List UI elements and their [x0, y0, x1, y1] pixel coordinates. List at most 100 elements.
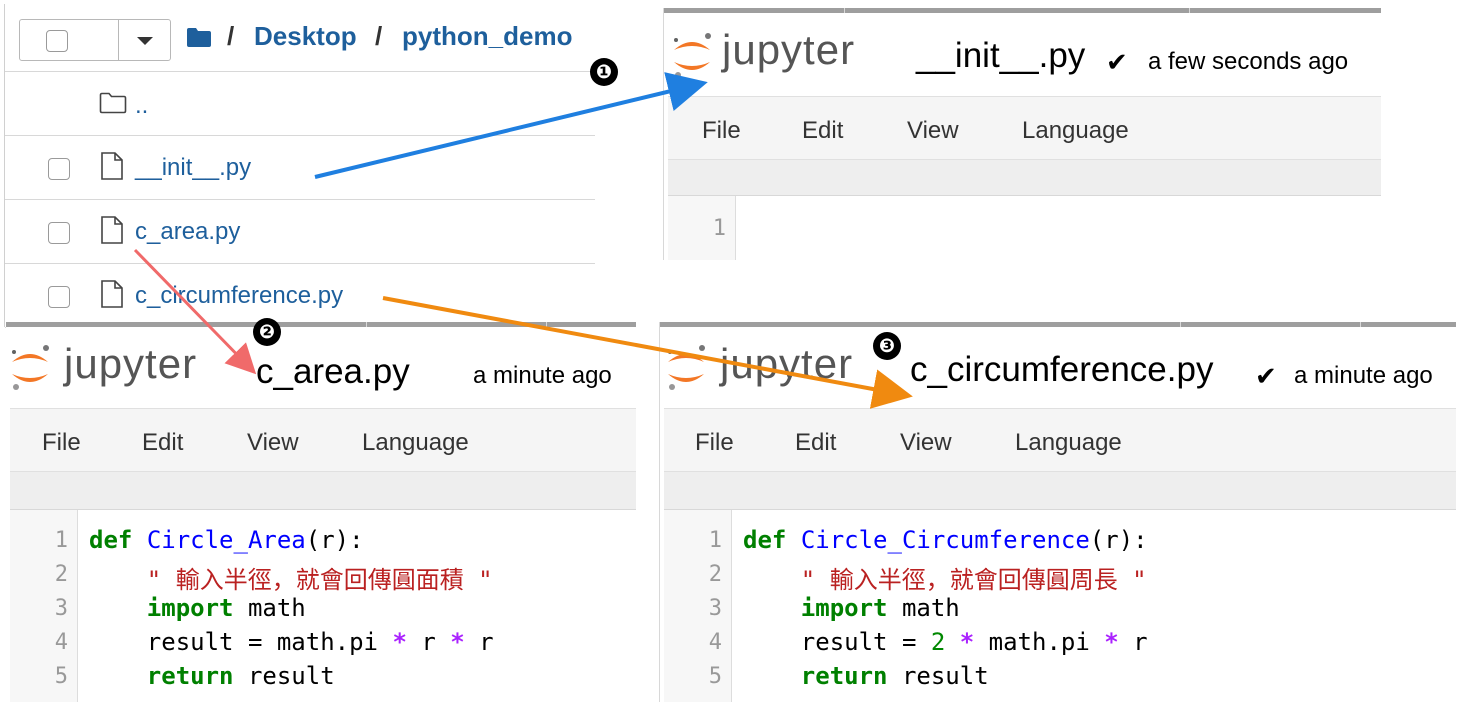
- code-docstring: " 輸入半徑，就會回傳圓面積 ": [146, 566, 493, 594]
- line-number: 1: [708, 528, 722, 553]
- code-text: result = math.pi: [146, 628, 378, 656]
- list-item-parent[interactable]: ..: [5, 72, 595, 136]
- breadcrumb-separator: /: [227, 21, 235, 51]
- menu-bar: File Edit View Language: [664, 408, 1456, 472]
- file-browser: / Desktop / python_demo .. __init__.py c…: [4, 4, 595, 328]
- code-text: (r):: [1089, 526, 1148, 554]
- menu-view[interactable]: View: [907, 117, 959, 145]
- file-icon: [101, 280, 123, 308]
- menu-file[interactable]: File: [695, 429, 734, 457]
- row-checkbox[interactable]: [48, 158, 70, 180]
- code-line: result = 2 * math.pi * r: [743, 628, 1148, 656]
- code-operator: *: [392, 628, 407, 656]
- file-link-c-area[interactable]: c_area.py: [135, 218, 240, 246]
- menu-language[interactable]: Language: [362, 429, 469, 457]
- code-line: import math: [89, 594, 306, 622]
- code-editor[interactable]: 1 2 3 4 5 def Circle_Circumference(r): "…: [664, 510, 1456, 702]
- code-line: return result: [743, 662, 989, 690]
- line-number: 4: [708, 630, 722, 655]
- code-function-name: Circle_Area: [146, 526, 306, 554]
- select-all-dropdown[interactable]: [19, 19, 171, 61]
- code-keyword: def: [743, 526, 787, 554]
- checkmark-icon: ✔: [1255, 361, 1277, 391]
- menu-bar: File Edit View Language: [668, 96, 1381, 160]
- toolbar: [10, 472, 636, 510]
- code-line: def Circle_Circumference(r):: [743, 526, 1148, 554]
- menu-bar: File Edit View Language: [10, 408, 636, 472]
- row-checkbox[interactable]: [48, 286, 70, 308]
- step-badge-1: ❶: [590, 58, 618, 86]
- step-badge-3: ❸: [873, 332, 901, 360]
- breadcrumb-separator: /: [375, 21, 383, 51]
- code-keyword: return: [800, 662, 888, 690]
- menu-file[interactable]: File: [42, 429, 81, 457]
- save-status: a few seconds ago: [1148, 48, 1349, 75]
- jupyter-wordmark[interactable]: jupyter: [64, 340, 197, 388]
- menu-view[interactable]: View: [900, 429, 952, 457]
- line-number: 1: [54, 528, 68, 553]
- code-line: def Circle_Area(r):: [89, 526, 364, 554]
- toolbar: [664, 472, 1456, 510]
- select-divider: [118, 20, 119, 60]
- notebook-title[interactable]: __init__.py: [916, 36, 1085, 76]
- row-checkbox[interactable]: [48, 222, 70, 244]
- caret-down-icon[interactable]: [137, 37, 153, 45]
- jupyter-logo-icon[interactable]: [670, 30, 714, 80]
- code-text: r: [1133, 628, 1148, 656]
- menu-edit[interactable]: Edit: [142, 429, 183, 457]
- line-gutter: 1: [668, 196, 736, 260]
- code-text: result =: [800, 628, 917, 656]
- file-link-init[interactable]: __init__.py: [135, 154, 251, 182]
- code-operator: *: [959, 628, 975, 656]
- editor-pane-init: jupyter __init__.py ✔ a few seconds ago …: [663, 8, 1381, 260]
- code-line: " 輸入半徑，就會回傳圓周長 ": [743, 560, 1147, 595]
- code-text: (r):: [305, 526, 364, 554]
- folder-outline-icon: [99, 92, 127, 114]
- code-text: math.pi: [988, 628, 1090, 656]
- checkmark-icon: ✔: [1106, 47, 1128, 77]
- select-all-checkbox[interactable]: [46, 30, 68, 52]
- menu-edit[interactable]: Edit: [802, 117, 843, 145]
- line-gutter: 1 2 3 4 5: [10, 510, 78, 702]
- jupyter-logo-icon[interactable]: [664, 342, 708, 392]
- code-function-name: Circle_Circumference: [800, 526, 1090, 554]
- pane-top-border: [6, 322, 636, 327]
- file-link-c-circumference[interactable]: c_circumference.py: [135, 282, 343, 310]
- breadcrumb-python-demo[interactable]: python_demo: [402, 21, 572, 52]
- menu-edit[interactable]: Edit: [795, 429, 836, 457]
- notebook-title[interactable]: c_circumference.py: [910, 350, 1213, 390]
- file-icon: [101, 152, 123, 180]
- code-text: r: [479, 628, 494, 656]
- list-item-init[interactable]: __init__.py: [5, 136, 595, 200]
- pane-top-border: [660, 322, 1456, 327]
- code-keyword: import: [146, 594, 234, 622]
- code-editor[interactable]: 1: [668, 196, 1381, 260]
- parent-directory-link[interactable]: ..: [135, 92, 148, 120]
- line-number: 1: [712, 216, 726, 241]
- menu-language[interactable]: Language: [1015, 429, 1122, 457]
- line-number: 5: [54, 664, 68, 689]
- menu-language[interactable]: Language: [1022, 117, 1129, 145]
- code-keyword: import: [800, 594, 888, 622]
- code-keyword: return: [146, 662, 234, 690]
- pane-top-border: [664, 8, 1381, 13]
- code-editor[interactable]: 1 2 3 4 5 def Circle_Area(r): " 輸入半徑，就會回…: [10, 510, 636, 702]
- code-text: r: [421, 628, 436, 656]
- menu-file[interactable]: File: [702, 117, 741, 145]
- code-line: result = math.pi * r * r: [89, 628, 494, 656]
- notebook-title[interactable]: c_area.py: [256, 352, 410, 392]
- line-number: 3: [54, 596, 68, 621]
- folder-icon[interactable]: [187, 28, 211, 47]
- code-text: result: [247, 662, 335, 690]
- code-text: math: [901, 594, 960, 622]
- line-number: 2: [54, 562, 68, 587]
- list-item-c-circumference[interactable]: c_circumference.py: [5, 264, 595, 328]
- code-line: return result: [89, 662, 335, 690]
- list-item-c-area[interactable]: c_area.py: [5, 200, 595, 264]
- jupyter-logo-icon[interactable]: [8, 342, 52, 392]
- breadcrumb-desktop[interactable]: Desktop: [254, 21, 357, 52]
- line-number: 5: [708, 664, 722, 689]
- menu-view[interactable]: View: [247, 429, 299, 457]
- jupyter-wordmark[interactable]: jupyter: [722, 26, 855, 74]
- jupyter-wordmark[interactable]: jupyter: [720, 340, 853, 388]
